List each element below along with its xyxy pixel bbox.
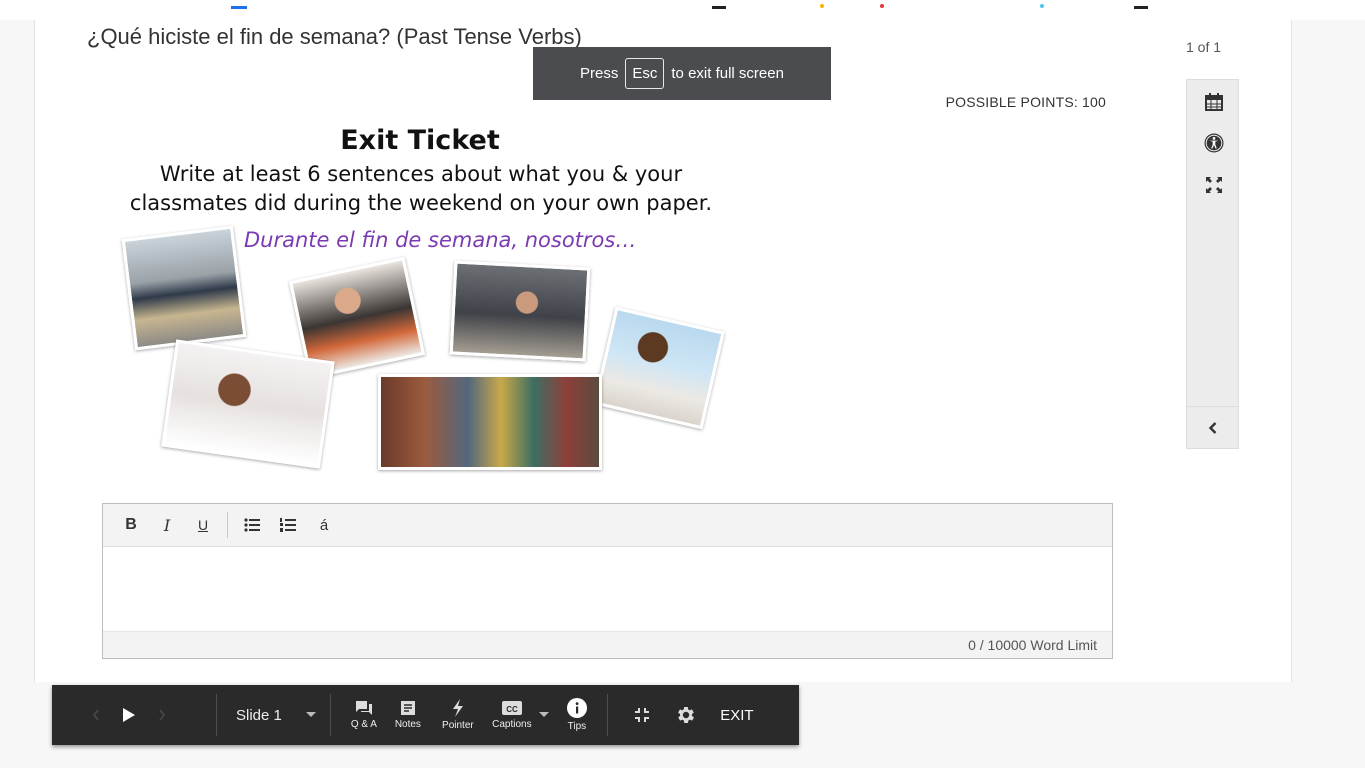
exit-fullscreen-button[interactable] — [624, 707, 660, 723]
svg-text:CC: CC — [506, 705, 518, 714]
presentation-toolbar: Slide 1 Q & A Notes Pointer CC Captions … — [52, 685, 799, 745]
captions-label: Captions — [492, 719, 532, 730]
closed-captions-icon: CC — [501, 701, 522, 715]
bulleted-list-icon — [244, 518, 260, 532]
answer-text-area[interactable] — [103, 547, 1112, 631]
info-icon — [566, 698, 587, 718]
chevron-down-icon — [305, 712, 316, 717]
play-icon — [123, 708, 135, 722]
top-tab-indicator — [1134, 6, 1148, 9]
notes-icon — [400, 701, 415, 715]
settings-button[interactable] — [668, 704, 704, 726]
chevron-down-icon — [538, 712, 549, 717]
photo-friends-sitting — [378, 374, 602, 470]
top-tab-indicator — [231, 6, 247, 9]
exit-button[interactable]: EXIT — [712, 707, 762, 724]
pointer-label: Pointer — [442, 720, 474, 731]
compress-icon — [634, 708, 649, 722]
gear-icon — [677, 707, 694, 723]
calendar-button[interactable] — [1187, 87, 1240, 117]
answer-editor: B I U á 0 / 10000 Word Limit — [102, 503, 1113, 659]
photo-people-walking — [121, 225, 247, 351]
word-limit-counter: 0 / 10000 Word Limit — [103, 631, 1112, 658]
notes-button[interactable]: Notes — [386, 700, 430, 730]
exit-ticket-title: Exit Ticket — [340, 125, 500, 156]
collapse-panel-button[interactable] — [1187, 406, 1238, 448]
toolbar-divider — [227, 512, 228, 538]
captions-dropdown-button[interactable] — [537, 712, 551, 718]
esc-key-badge: Esc — [625, 58, 665, 89]
exit-ticket-prompt: Durante el fin de semana, nosotros… — [244, 228, 637, 252]
toolbar-divider — [606, 694, 608, 736]
editor-toolbar: B I U á — [103, 504, 1112, 547]
qa-label: Q & A — [350, 719, 377, 730]
pointer-button[interactable]: Pointer — [435, 699, 481, 731]
notes-label: Notes — [394, 719, 421, 730]
side-tools-panel — [1186, 79, 1239, 449]
chevron-left-icon — [92, 709, 99, 721]
slide-selector-label: Slide 1 — [236, 706, 282, 724]
browser-top-strip — [0, 0, 1365, 20]
chevron-left-icon — [1208, 421, 1216, 434]
calendar-icon — [1204, 93, 1223, 111]
question-counter: 1 of 1 — [1186, 39, 1222, 55]
fullscreen-button[interactable] — [1187, 170, 1240, 200]
instruction-line: Write at least 6 sentences about what yo… — [159, 162, 683, 186]
toast-text-after: to exit full screen — [671, 65, 784, 82]
italic-button[interactable]: I — [149, 510, 185, 540]
photo-woman-sleeping — [161, 339, 335, 469]
fullscreen-toast: Press Esc to exit full screen — [533, 47, 831, 100]
top-dot — [880, 4, 884, 8]
numbered-list-button[interactable] — [270, 510, 306, 540]
toolbar-divider — [329, 694, 331, 736]
possible-points: POSSIBLE POINTS: 100 — [945, 94, 1106, 110]
tips-button[interactable]: Tips — [559, 698, 595, 732]
slide-selector[interactable]: Slide 1 — [236, 707, 316, 724]
top-dot — [820, 4, 824, 8]
accessibility-button[interactable] — [1187, 128, 1240, 158]
exit-ticket-instructions: Write at least 6 sentences about what yo… — [106, 160, 736, 218]
previous-slide-button[interactable] — [77, 709, 115, 721]
top-dot — [1040, 4, 1044, 8]
qa-button[interactable]: Q & A — [347, 700, 381, 730]
play-button[interactable] — [115, 707, 143, 723]
expand-icon — [1205, 177, 1222, 193]
toast-text-before: Press — [580, 65, 619, 82]
numbered-list-icon — [280, 518, 296, 532]
question-title: ¿Qué hiciste el fin de semana? (Past Ten… — [87, 24, 582, 49]
bulleted-list-button[interactable] — [234, 510, 270, 540]
instruction-line: classmates did during the weekend on you… — [129, 191, 713, 215]
toolbar-divider — [216, 694, 217, 736]
bold-button[interactable]: B — [113, 510, 149, 540]
next-slide-button[interactable] — [143, 709, 181, 721]
accent-characters-button[interactable]: á — [306, 510, 342, 540]
lightning-icon — [452, 699, 463, 717]
tips-label: Tips — [567, 721, 587, 732]
chat-icon — [355, 701, 372, 715]
accessibility-icon — [1204, 133, 1223, 153]
underline-button[interactable]: U — [185, 510, 221, 540]
top-tab-indicator — [712, 6, 726, 9]
chevron-right-icon — [159, 709, 166, 721]
captions-button[interactable]: CC Captions — [487, 700, 537, 730]
photo-bored-man — [449, 260, 591, 362]
